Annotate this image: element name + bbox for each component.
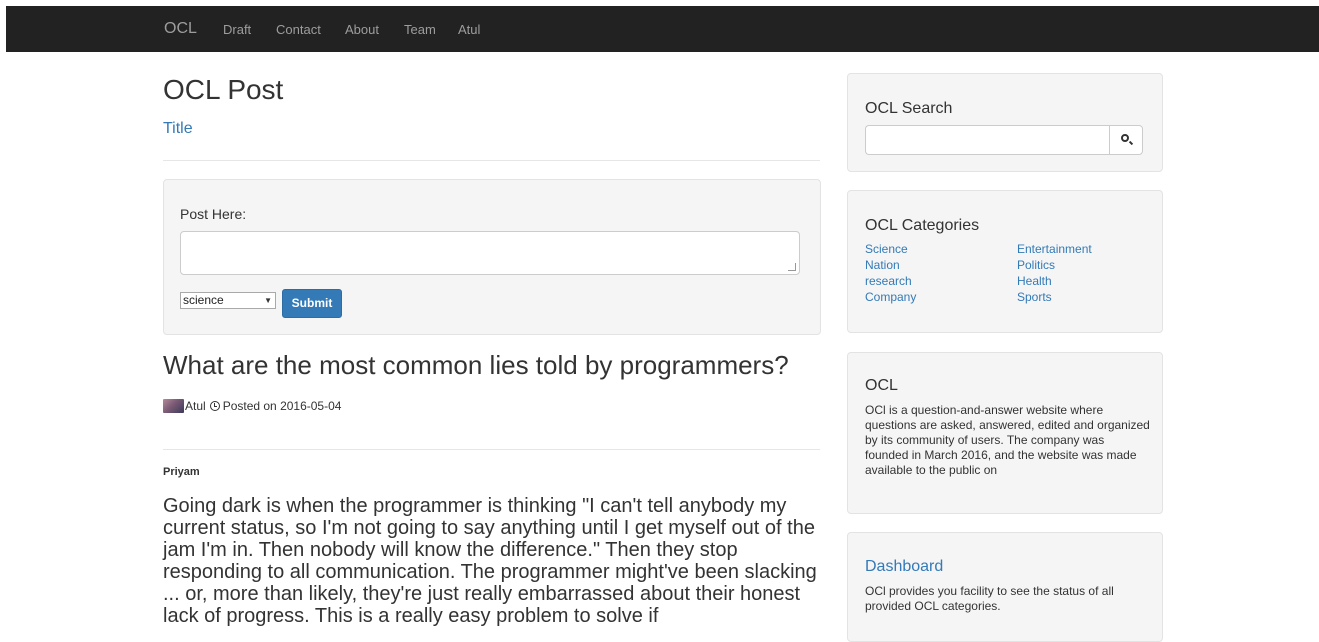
question-author[interactable]: Atul	[185, 399, 206, 413]
title-link[interactable]: Title	[163, 120, 193, 138]
about-panel: OCL OCl is a question-and-answer website…	[847, 352, 1163, 514]
nav-link-atul[interactable]: Atul	[458, 22, 480, 37]
categories-panel: OCL Categories Science Nation research C…	[847, 190, 1163, 333]
category-link-sports[interactable]: Sports	[1017, 290, 1052, 304]
category-link-science[interactable]: Science	[865, 242, 908, 256]
nav-link-about[interactable]: About	[345, 22, 379, 37]
navbar: OCL Draft Contact About Team Atul	[6, 6, 1319, 52]
search-panel: OCL Search	[847, 73, 1163, 172]
submit-button[interactable]: Submit	[282, 289, 342, 318]
divider	[163, 449, 820, 450]
dashboard-link[interactable]: Dashboard	[865, 558, 943, 576]
answer-body: Going dark is when the programmer is thi…	[163, 495, 817, 627]
dashboard-text: OCl provides you facility to see the sta…	[865, 584, 1114, 613]
dashboard-panel: Dashboard OCl provides you facility to s…	[847, 532, 1163, 642]
navbar-brand[interactable]: OCL	[164, 20, 197, 38]
search-input[interactable]	[865, 125, 1109, 155]
category-select-value: science	[183, 293, 224, 307]
page-title: OCL Post	[163, 74, 284, 105]
nav-link-team[interactable]: Team	[404, 22, 436, 37]
category-link-health[interactable]: Health	[1017, 274, 1052, 288]
nav-link-contact[interactable]: Contact	[276, 22, 321, 37]
category-link-entertainment[interactable]: Entertainment	[1017, 242, 1092, 256]
avatar	[163, 399, 184, 413]
about-text: OCl is a question-and-answer website whe…	[865, 403, 1150, 477]
search-title: OCL Search	[865, 100, 953, 117]
category-select[interactable]: science ▼	[180, 292, 276, 309]
nav-link-draft[interactable]: Draft	[223, 22, 251, 37]
posted-date: Posted on 2016-05-04	[222, 399, 342, 413]
category-link-politics[interactable]: Politics	[1017, 258, 1055, 272]
search-icon	[1121, 134, 1129, 142]
answer-author: Priyam	[163, 466, 200, 478]
category-link-company[interactable]: Company	[865, 290, 916, 304]
categories-title: OCL Categories	[865, 217, 980, 234]
post-textarea[interactable]	[180, 231, 800, 275]
clock-icon	[209, 401, 220, 411]
resize-handle-icon[interactable]	[788, 263, 796, 271]
about-title: OCL	[865, 377, 898, 394]
dropdown-arrow-icon: ▼	[264, 296, 272, 305]
category-link-research[interactable]: research	[865, 274, 912, 288]
divider	[163, 160, 820, 161]
category-link-nation[interactable]: Nation	[865, 258, 900, 272]
question-meta: Atul Posted on 2016-05-04	[163, 396, 341, 416]
search-button[interactable]	[1109, 125, 1143, 155]
question-title[interactable]: What are the most common lies told by pr…	[163, 350, 789, 381]
post-form-panel: Post Here: science ▼ Submit	[163, 179, 821, 335]
post-label: Post Here:	[180, 206, 247, 222]
